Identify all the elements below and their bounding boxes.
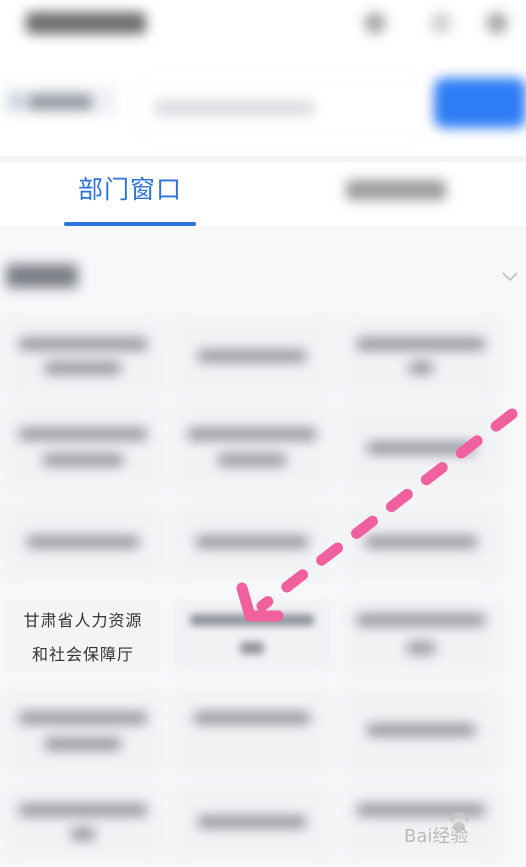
chevron-down-icon[interactable] bbox=[500, 266, 520, 286]
department-tile[interactable] bbox=[174, 690, 330, 774]
department-tile[interactable] bbox=[174, 406, 330, 490]
department-tile[interactable] bbox=[343, 690, 499, 774]
region-label bbox=[28, 95, 92, 109]
department-tile[interactable] bbox=[174, 600, 330, 672]
department-tile[interactable] bbox=[174, 504, 330, 578]
department-tile-gansu-hrss[interactable]: 甘肃省人力资源 和社会保障厅 bbox=[5, 600, 161, 672]
more-icon[interactable] bbox=[430, 12, 452, 34]
watermark-text: Bai经验 bbox=[404, 826, 469, 847]
tab-other[interactable] bbox=[346, 180, 446, 200]
tile-label-line-2: 和社会保障厅 bbox=[31, 645, 134, 664]
menu-icon[interactable] bbox=[364, 12, 386, 34]
search-input[interactable] bbox=[134, 82, 432, 134]
search-placeholder bbox=[155, 101, 315, 115]
department-tile[interactable] bbox=[343, 504, 499, 578]
close-icon[interactable] bbox=[486, 12, 508, 34]
department-tile[interactable] bbox=[5, 504, 161, 578]
tab-bar: 部门窗口 bbox=[0, 162, 526, 226]
location-icon bbox=[10, 94, 22, 108]
watermark: Bai经验 bbox=[404, 808, 516, 852]
search-row bbox=[0, 72, 526, 134]
department-tile[interactable] bbox=[5, 318, 161, 396]
section-title bbox=[6, 264, 78, 288]
tile-label-line-1: 甘肃省人力资源 bbox=[23, 611, 143, 630]
department-tile[interactable] bbox=[174, 318, 330, 396]
tab-label: 部门窗口 bbox=[77, 175, 182, 204]
department-tile[interactable] bbox=[174, 786, 330, 858]
department-tile[interactable] bbox=[5, 786, 161, 858]
department-tile[interactable] bbox=[343, 318, 499, 396]
region-selector[interactable] bbox=[4, 86, 116, 116]
search-button[interactable] bbox=[434, 78, 526, 128]
department-tile[interactable] bbox=[5, 406, 161, 490]
tab-department-windows[interactable]: 部门窗口 bbox=[62, 172, 198, 226]
department-tile[interactable] bbox=[5, 690, 161, 774]
department-tile[interactable] bbox=[343, 600, 499, 672]
app-title bbox=[26, 12, 146, 34]
department-tile[interactable] bbox=[343, 406, 499, 490]
app-bar bbox=[0, 0, 526, 52]
